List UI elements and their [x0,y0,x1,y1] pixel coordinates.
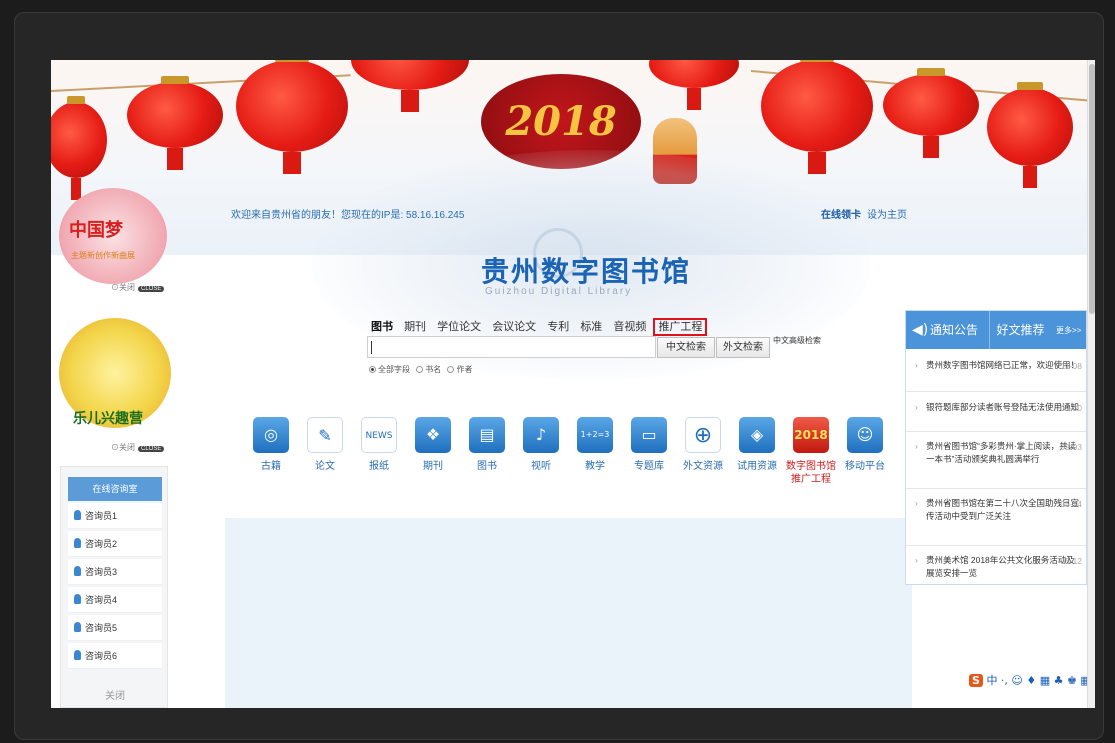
resource-papers[interactable]: ✎ 论文 [299,417,351,473]
sogou-ime-icon: S [969,674,983,687]
lantern-decoration [127,76,223,170]
kids-camp-ad-title: 乐儿兴趣营 [73,411,143,427]
person-icon [74,510,81,520]
resource-foreign[interactable]: ⊕ 外文资源 [677,417,729,473]
set-homepage-link[interactable]: 设为主页 [867,210,907,221]
welcome-message: 欢迎来自贵州省的朋友！您现在的IP是: 58.16.16.245 [231,210,465,221]
notice-item[interactable]: 贵州省图书馆“多彩贵州·掌上阅读，共读一本书”活动颁奖典礼圆满举行09-03 [906,437,1086,489]
books-icon: ▤ [469,417,505,453]
online-card-link[interactable]: 在线领卡 [821,210,861,221]
china-dream-ad-subtitle: 主题新创作新曲展 [71,251,135,260]
person-icon [74,538,81,548]
resource-newspapers[interactable]: NEWS 报纸 [353,417,405,473]
tab-promotion-project[interactable]: 推广工程 [653,318,708,336]
tab-patents[interactable]: 专利 [547,321,569,333]
music-note-icon: ♪ [523,417,559,453]
tab-conference-papers[interactable]: 会议论文 [492,321,536,333]
person-icon [74,566,81,576]
lantern-decoration [351,60,469,112]
ancient-book-icon: ◎ [253,417,289,453]
tab-books[interactable]: 图书 [371,321,393,333]
tab-journals[interactable]: 期刊 [404,321,426,333]
content-area [225,518,912,708]
consultant-item[interactable]: 咨询员6 [68,643,162,669]
search-category-tabs: 图书 期刊 学位论文 会议论文 专利 标准 音视频 推广工程 [371,318,715,336]
wechat-icon: ☺ [847,417,883,453]
consult-panel-title: 在线咨询室 [68,477,162,501]
tab-notices[interactable]: 通知公告 [930,311,978,349]
lantern-decoration [236,60,348,174]
resource-audio-visual[interactable]: ♪ 视听 [515,417,567,473]
paper-icon: ✎ [307,417,343,453]
notice-panel-header: ◀) 通知公告 好文推荐 更多>> [906,311,1086,349]
consultant-item[interactable]: 咨询员5 [68,615,162,641]
resource-ancient-books[interactable]: ◎ 古籍 [245,417,297,473]
notice-item[interactable]: 银符题库部分读者账号登陆无法使用通知09-30 [906,398,1086,432]
notice-item[interactable]: 贵州美术馆 2018年公共文化服务活动及展览安排一览05-12 [906,551,1086,585]
notice-panel: ◀) 通知公告 好文推荐 更多>> 贵州数字图书馆网络已正常，欢迎使用！11-0… [905,310,1087,585]
consultant-item[interactable]: 咨询员3 [68,559,162,585]
resource-trial[interactable]: ◈ 试用资源 [731,417,783,473]
folder-icon: ▭ [631,417,667,453]
tab-recommended[interactable]: 好文推荐 [989,311,1051,349]
resource-journals[interactable]: ❖ 期刊 [407,417,459,473]
radio-author[interactable] [447,366,455,373]
search-field-options: 全部字段 书名 作者 [369,364,472,375]
blackboard-icon: 1+2=3 [577,417,613,453]
site-logo-subtitle: Guizhou Digital Library [485,286,633,297]
globe-search-icon: ⊕ [685,417,721,453]
2018-badge-icon: 2018 [793,417,829,453]
site-logo-title[interactable]: 贵州数字图书馆 [481,250,691,290]
china-dream-ad-title: 中国梦 [69,220,123,241]
scrollbar-thumb[interactable] [1089,64,1095,314]
radio-title[interactable] [416,366,424,373]
text-caret [371,341,372,354]
tab-audio-video[interactable]: 音视频 [613,321,646,333]
ad2-close-button[interactable]: ⊙关闭 CLOSE [111,442,165,453]
resource-promotion-project[interactable]: 2018 数字图书馆 推广工程 [785,417,837,486]
consult-close-button[interactable]: 关闭 [61,687,169,702]
resource-topic-database[interactable]: ▭ 专题库 [623,417,675,473]
notice-item[interactable]: 贵州数字图书馆网络已正常，欢迎使用！11-08 [906,356,1086,392]
browser-viewport: 2018 欢迎来自贵州省的朋友！您现在的IP是: 58.16.16.245 在线… [51,60,1095,708]
lantern-decoration [883,68,979,158]
notice-item[interactable]: 贵州省图书馆在第二十八次全国助残日宣传活动中受到广泛关注05-24 [906,494,1086,546]
resource-teaching[interactable]: 1+2=3 教学 [569,417,621,473]
radio-all-fields[interactable] [369,366,376,373]
compass-icon: ◈ [739,417,775,453]
journal-icon: ❖ [415,417,451,453]
input-method-toolbar[interactable]: S 中 ·, ☺ ♦ ▦ ♣ ♚ ▦ [969,672,1091,688]
lantern-decoration [761,60,873,174]
advanced-search-link[interactable]: 中文高级检索 [773,336,828,345]
resource-mobile-platform[interactable]: ☺ 移动平台 [839,417,891,473]
person-icon [74,650,81,660]
consultant-item[interactable]: 咨询员4 [68,587,162,613]
person-icon [74,622,81,632]
consultant-item[interactable]: 咨询员1 [68,503,162,529]
page-scrollbar[interactable] [1087,60,1095,708]
more-link[interactable]: 更多>> [1056,325,1081,336]
tab-theses[interactable]: 学位论文 [437,321,481,333]
chinese-search-button[interactable]: 中文检索 [657,337,715,358]
tab-standards[interactable]: 标准 [580,321,602,333]
resource-books[interactable]: ▤ 图书 [461,417,513,473]
lantern-decoration [649,60,739,110]
person-icon [74,594,81,604]
lantern-decoration [987,82,1073,188]
top-links: 在线领卡 设为主页 [821,206,907,221]
online-consult-panel: 在线咨询室 咨询员1 咨询员2 咨询员3 咨询员4 咨询员5 咨询员6 关闭 [60,466,168,708]
consultant-item[interactable]: 咨询员2 [68,531,162,557]
lantern-decoration [51,96,107,200]
foreign-search-button[interactable]: 外文检索 [716,337,770,358]
newspaper-icon: NEWS [361,417,397,453]
speaker-icon: ◀) [912,322,929,338]
ad1-close-button[interactable]: ⊙关闭 CLOSE [111,282,165,293]
search-input[interactable] [367,336,656,358]
